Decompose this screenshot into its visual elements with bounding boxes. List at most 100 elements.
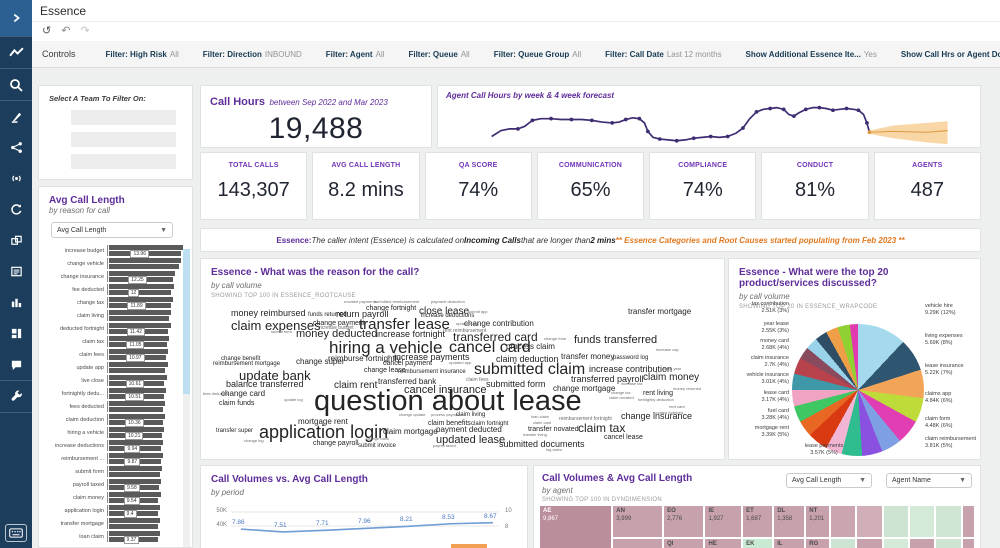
filter-item[interactable]: Filter: Queue Group All: [494, 50, 581, 59]
kpi-value: 143,307: [217, 179, 290, 201]
treemap-cell[interactable]: [909, 539, 935, 548]
treemap-cell[interactable]: [830, 506, 856, 537]
avg-bar-label: deducted fortnight: [59, 325, 104, 332]
treemap-cell[interactable]: AE 9,867: [540, 506, 612, 548]
filter-item[interactable]: Filter: Queue All: [408, 50, 469, 59]
treemap-cell[interactable]: QI: [664, 539, 704, 548]
pie-label-name: tax contribution: [751, 301, 789, 307]
filter-bar: Controls Filter: High Risk All Filter: Dir…: [32, 41, 1000, 68]
trend-chart-icon[interactable]: [0, 37, 32, 68]
cloud-word: change log: [244, 438, 264, 443]
avg-bar-row: live close 10.61: [49, 374, 186, 388]
treemap-cell[interactable]: NT 1,201: [806, 506, 829, 537]
filter-item[interactable]: Filter: High Risk All: [106, 50, 179, 59]
treemap-cell[interactable]: HE1,971: [705, 539, 742, 548]
filter-item[interactable]: Show Call Hrs or Agent Doll...Hours: [901, 50, 1000, 59]
volume-title: Call Volumes vs. Avg Call Length: [211, 474, 368, 485]
treemap-cell[interactable]: ET 1,687: [743, 506, 773, 537]
volume-line-chart: 50K 40K 10 8 7.86 7.51 7.71 7.96 8.21 8.53 8.67: [201, 502, 527, 548]
kpi-card: AVG CALL LENGTH 8.2 mins: [312, 152, 420, 220]
filter-label: Filter: Queue: [408, 49, 458, 59]
agent-name-dropdown[interactable]: Agent Name ▼: [886, 473, 972, 488]
team-option-placeholder[interactable]: [71, 154, 176, 169]
treemap-cell[interactable]: [936, 539, 961, 548]
treemap-cell[interactable]: EO 2,776: [664, 506, 704, 537]
refresh-circle-icon[interactable]: [0, 194, 32, 225]
broadcast-icon[interactable]: [0, 163, 32, 194]
avg-metric-dropdown[interactable]: Avg Call Length ▼: [51, 222, 173, 238]
wrench-icon[interactable]: [0, 381, 32, 412]
pie-label-value: 2.55K (3%): [761, 327, 789, 334]
cloud-word: cancel payment: [383, 360, 433, 367]
cloud-word: submit form: [271, 329, 292, 334]
avg-bar-row: claim tax 11.05: [49, 335, 186, 349]
treemap-cell[interactable]: [909, 506, 935, 537]
pie-subtitle: by call volume: [739, 292, 790, 301]
avg-bar: [109, 316, 170, 321]
toolbar: ↺ ↶ ↷: [32, 22, 1000, 41]
share-nodes-icon[interactable]: [0, 132, 32, 163]
bar-chart-icon[interactable]: [0, 287, 32, 318]
cloud-word: reimbursement mortgage: [213, 361, 281, 367]
avg-bar-value: 11.89: [127, 302, 146, 310]
avg-bar-row: claim living: [49, 309, 186, 322]
treemap-cell[interactable]: [613, 539, 663, 548]
team-option-placeholder[interactable]: [71, 132, 176, 147]
avg-bar: 11.05: [109, 341, 167, 349]
pie-label-value: 4.84K (6%): [925, 397, 953, 404]
agent-call-count: 1,201: [809, 515, 825, 522]
filter-item[interactable]: Show Additional Essence Ite... Yes: [746, 50, 877, 59]
avg-bar: 12: [109, 289, 172, 297]
treemap-cell[interactable]: [857, 506, 882, 537]
filter-item[interactable]: Filter: Call Date Last 12 months: [605, 50, 721, 59]
treemap-cell[interactable]: [962, 506, 974, 537]
agent-metric-dropdown[interactable]: Avg Call Length ▼: [786, 473, 872, 488]
treemap-cell[interactable]: [936, 506, 961, 537]
filter-value: Last 12 months: [666, 49, 722, 59]
filter-item[interactable]: Filter: Agent All: [326, 50, 385, 59]
pivot-layers-icon[interactable]: [0, 225, 32, 256]
treemap-cell[interactable]: [883, 506, 908, 537]
agent-initials: AE: [543, 508, 552, 514]
treemap-cell[interactable]: IL1,344: [774, 539, 805, 548]
redo-icon[interactable]: ↷: [80, 26, 89, 37]
y2-axis-tick: 10: [505, 508, 512, 514]
treemap-cell[interactable]: DL 1,358: [774, 506, 805, 537]
kpi-card: AGENTS 487: [873, 152, 981, 220]
insights-pen-icon[interactable]: [0, 101, 32, 132]
avg-bar-pair: 9.94: [107, 440, 186, 453]
expand-sidebar-icon[interactable]: [0, 0, 32, 36]
team-option-placeholder[interactable]: [71, 110, 176, 125]
treemap-cell[interactable]: RG1,159: [806, 539, 829, 548]
keyboard-icon[interactable]: [5, 524, 27, 542]
undo-icon[interactable]: ↶: [61, 26, 70, 37]
treemap-cell[interactable]: EK1,614: [743, 539, 773, 548]
treemap-cell[interactable]: [830, 539, 856, 548]
pie-label-value: 2.51K (3%): [761, 307, 789, 314]
comment-icon[interactable]: [0, 349, 32, 380]
dashboard-layout-icon[interactable]: [0, 318, 32, 349]
cloud-word: balance transferred: [226, 379, 304, 389]
treemap-cell[interactable]: IE 1,927: [705, 506, 742, 537]
forecast-panel: Agent Call Hours by week & 4 week foreca…: [437, 85, 981, 148]
search-icon[interactable]: [0, 69, 32, 100]
avg-bar: [109, 472, 160, 477]
reset-icon[interactable]: ↺: [42, 26, 51, 37]
treemap-cell[interactable]: [883, 539, 908, 548]
treemap-cell[interactable]: AN 3,999: [613, 506, 663, 537]
report-document-icon[interactable]: [0, 256, 32, 287]
treemap-column: [830, 506, 856, 548]
treemap-cell[interactable]: [857, 539, 882, 548]
avg-bar-label: transfer mortgage: [60, 520, 104, 527]
pie-slice-label: lease insurance 5.22K (7%): [925, 363, 980, 377]
note-text: ** Essence Categories and Root Causes st…: [615, 235, 905, 245]
data-point-label: 7.71: [316, 520, 329, 528]
filter-item[interactable]: Filter: Direction INBOUND: [203, 50, 302, 59]
agent-subtitle: by agent: [542, 486, 573, 495]
treemap-cell[interactable]: [962, 539, 974, 548]
call-hours-panel: Call Hours between Sep 2022 and Mar 2023…: [200, 85, 432, 148]
cloud-word: increase tax: [621, 381, 643, 386]
pie-label-value: 3.57K (5%): [810, 449, 838, 456]
avg-bar: 9.37: [109, 536, 158, 544]
scrollbar-thumb[interactable]: [183, 249, 190, 394]
